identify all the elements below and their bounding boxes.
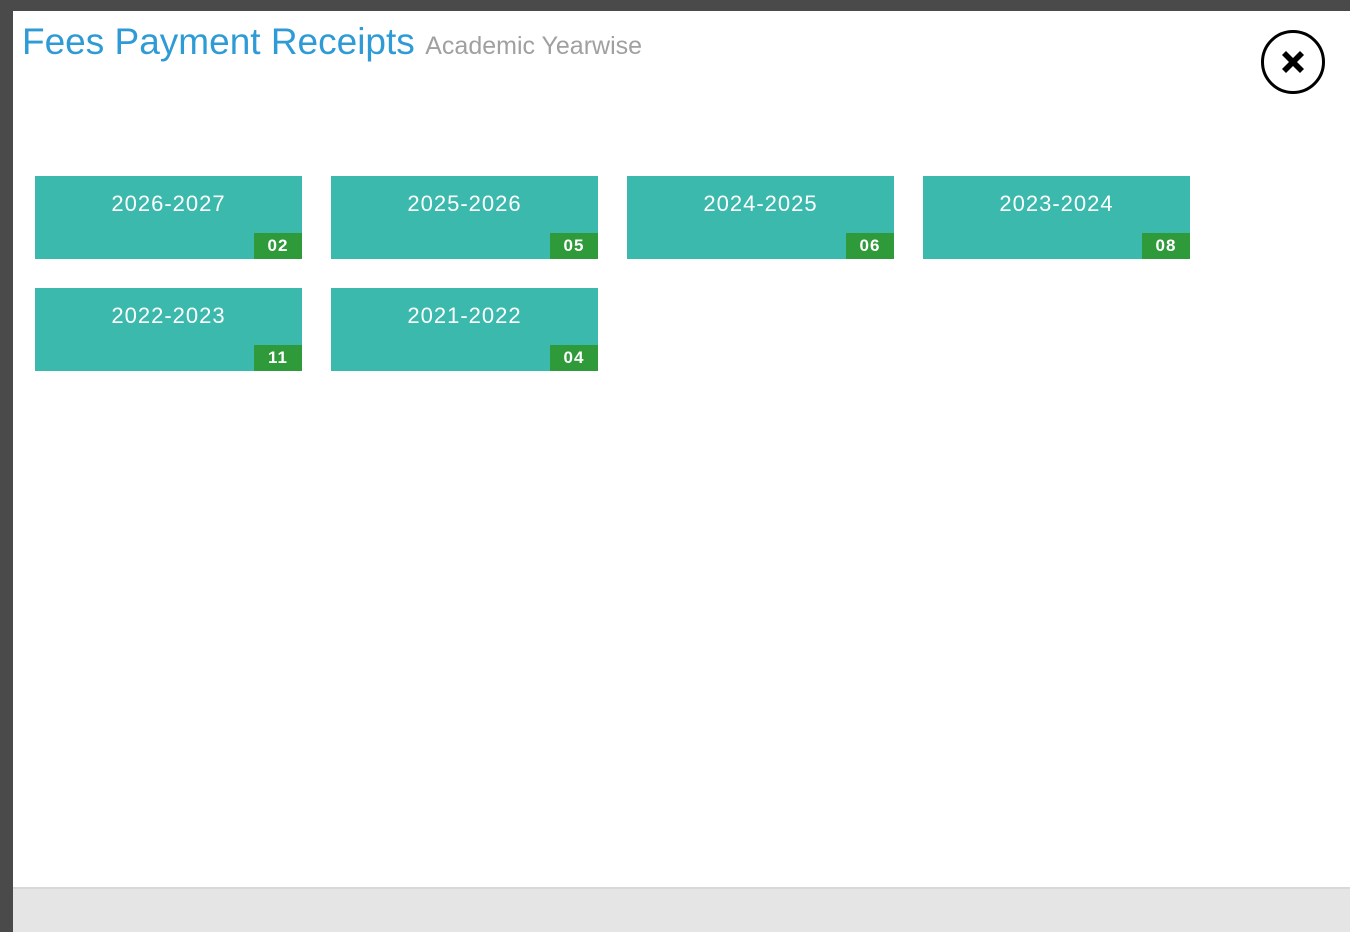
close-x-icon	[1282, 51, 1304, 73]
year-label: 2025-2026	[407, 191, 522, 216]
window-frame: Fees Payment Receipts Academic Yearwise …	[0, 0, 1350, 932]
year-label: 2021-2022	[407, 303, 522, 328]
page-title: Fees Payment Receipts	[22, 21, 415, 62]
year-label: 2026-2027	[111, 191, 226, 216]
year-tile-2021-2022[interactable]: 2021-2022 04	[331, 288, 598, 371]
page-subtitle: Academic Yearwise	[425, 32, 643, 60]
receipt-count-badge: 04	[550, 345, 598, 371]
receipt-count-badge: 06	[846, 233, 894, 259]
modal-footer	[13, 887, 1350, 932]
receipt-count-badge: 05	[550, 233, 598, 259]
year-label: 2023-2024	[999, 191, 1114, 216]
close-button[interactable]	[1261, 30, 1325, 94]
year-label: 2022-2023	[111, 303, 226, 328]
year-tile-2026-2027[interactable]: 2026-2027 02	[35, 176, 302, 259]
year-tile-2023-2024[interactable]: 2023-2024 08	[923, 176, 1190, 259]
year-tile-2022-2023[interactable]: 2022-2023 11	[35, 288, 302, 371]
modal-header: Fees Payment Receipts Academic Yearwise	[22, 21, 642, 63]
receipt-count-badge: 11	[254, 345, 302, 371]
receipts-modal: Fees Payment Receipts Academic Yearwise …	[13, 11, 1350, 932]
receipt-count-badge: 02	[254, 233, 302, 259]
year-tile-2024-2025[interactable]: 2024-2025 06	[627, 176, 894, 259]
year-label: 2024-2025	[703, 191, 818, 216]
year-tile-2025-2026[interactable]: 2025-2026 05	[331, 176, 598, 259]
receipt-count-badge: 08	[1142, 233, 1190, 259]
